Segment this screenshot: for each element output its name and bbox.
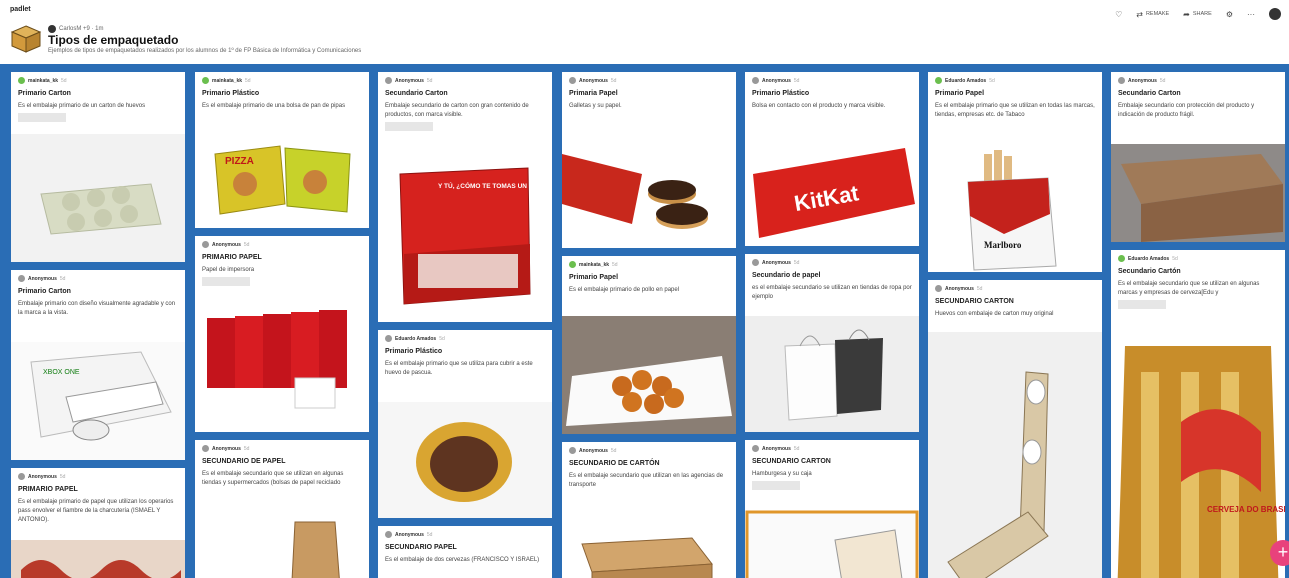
avatar	[1118, 255, 1125, 262]
avatar	[202, 445, 209, 452]
avatar	[752, 445, 759, 452]
post-card[interactable]: Eduardo Amados 5d Secundario Cartón Es el…	[1111, 250, 1285, 578]
post-card[interactable]: Anonymous 5d Secundario de papel es el em…	[745, 254, 919, 432]
avatar	[935, 285, 942, 292]
user-avatar[interactable]	[1269, 8, 1281, 20]
fragile-box-image	[1111, 144, 1285, 242]
pizza-bag-image: PIZZA	[195, 134, 369, 228]
kitkat-display-box-image: Y TÚ, ¿CÓMO TE TOMAS UN RESPIRO?	[378, 144, 552, 322]
board-title: Tipos de empaquetado	[48, 33, 179, 47]
post-card[interactable]: mainkata_kk 5d Primario Carton Es el emba…	[11, 72, 185, 262]
avatar	[202, 241, 209, 248]
ham-paper-image	[11, 540, 185, 578]
post-card[interactable]: Anonymous 5d Secundario Carton Embalaje s…	[1111, 72, 1285, 242]
post-card[interactable]: Anonymous 5d Secundario Carton Embalaje s…	[378, 72, 552, 322]
post-card[interactable]: Anonymous 5d SECUNDARIO DE PAPEL Es el em…	[195, 440, 369, 578]
board-author: CarlosM +9 · 1m	[48, 25, 104, 33]
avatar	[752, 259, 759, 266]
avatar	[1118, 77, 1125, 84]
svg-text:CERVEJA DO BRASIL: CERVEJA DO BRASIL	[1207, 505, 1285, 514]
remake-icon: ⇄	[1136, 9, 1143, 19]
post-card[interactable]: Anonymous 5d PRIMARIO PAPEL Es el embalaj…	[11, 468, 185, 578]
avatar	[935, 77, 942, 84]
padlet-wall: mainkata_kk 5d Primario Carton Es el emba…	[0, 64, 1289, 578]
avatar	[385, 335, 392, 342]
svg-text:PIZZA: PIZZA	[225, 156, 254, 167]
post-card[interactable]: Eduardo Amados 5d Primario Papel Es el em…	[928, 72, 1102, 272]
burger-box-image	[745, 510, 919, 578]
app-logo[interactable]: padlet	[10, 6, 31, 13]
board-actions: ♡ ⇄ REMAKE ➦ SHARE ⚙ ···	[1115, 8, 1281, 20]
share-button[interactable]: ➦ SHARE	[1183, 10, 1212, 19]
post-card[interactable]: Anonymous 5d Primario Plástico Bolsa en c…	[745, 72, 919, 246]
box-icon	[10, 25, 42, 53]
avatar	[385, 77, 392, 84]
easter-egg-image	[378, 402, 552, 518]
avatar	[202, 77, 209, 84]
svg-text:Marlboro: Marlboro	[984, 240, 1022, 250]
share-icon: ➦	[1183, 9, 1190, 19]
post-card[interactable]: Anonymous 5d SECUNDARIO DE CARTÓN Es el e…	[562, 442, 736, 578]
cigarette-pack-image: Marlboro	[928, 144, 1102, 272]
post-card[interactable]: Anonymous 5d Primario Carton Embalaje pri…	[11, 270, 185, 460]
board-description: Ejemplos de tipos de empaquetados realiz…	[48, 48, 362, 54]
board-header: padlet CarlosM +9 · 1m Tipos de empaquet…	[0, 0, 1289, 64]
svg-text:XBOX ONE: XBOX ONE	[43, 369, 80, 376]
post-card[interactable]: mainkata_kk 5d Primario Plástico Es el em…	[195, 72, 369, 228]
post-card[interactable]: Anonymous 5d PRIMARIO PAPEL Papel de impe…	[195, 236, 369, 432]
avatar	[569, 261, 576, 268]
kitkat-bar-image: KitKat	[745, 134, 919, 246]
egg-carton-image	[11, 134, 185, 262]
post-card[interactable]: Anonymous 5d Primaria Papel Galletas y su…	[562, 72, 736, 248]
post-card[interactable]: Eduardo Amados 5d Primario Plástico Es el…	[378, 330, 552, 518]
avatar	[18, 275, 25, 282]
cardboard-box-image	[562, 514, 736, 578]
avatar	[48, 25, 56, 33]
heart-icon[interactable]: ♡	[1115, 10, 1122, 19]
post-card[interactable]: Anonymous 5d SECUNDARIO CARTON Hamburgesa…	[745, 440, 919, 578]
avatar	[385, 531, 392, 538]
post-card[interactable]: mainkata_kk 5d Primario Papel Es el embal…	[562, 256, 736, 434]
gear-icon[interactable]: ⚙	[1226, 10, 1233, 19]
post-card[interactable]: Anonymous 5d SECUNDARIO CARTON Huevos con…	[928, 280, 1102, 578]
cookies-pack-image	[562, 134, 736, 248]
xbox-box-image: XBOX ONE	[11, 342, 185, 460]
beer-pack-image: CERVEJA DO BRASIL	[1111, 332, 1285, 578]
fried-chicken-image	[562, 316, 736, 434]
post-card[interactable]: Anonymous 5d SECUNDARIO PAPEL Es el embal…	[378, 526, 552, 578]
avatar	[752, 77, 759, 84]
avatar	[18, 77, 25, 84]
egg-tube-image	[928, 332, 1102, 578]
avatar	[569, 447, 576, 454]
remake-button[interactable]: ⇄ REMAKE	[1136, 10, 1169, 19]
more-icon[interactable]: ···	[1247, 10, 1255, 19]
avatar	[569, 77, 576, 84]
shopping-bags-image	[745, 316, 919, 432]
add-post-button[interactable]: +	[1270, 540, 1289, 566]
paper-bag-image	[195, 516, 369, 578]
svg-text:Y TÚ, ¿CÓMO TE TOMAS UN RESPIR: Y TÚ, ¿CÓMO TE TOMAS UN RESPIRO?	[438, 181, 552, 190]
paper-reams-image	[195, 298, 369, 432]
avatar	[18, 473, 25, 480]
